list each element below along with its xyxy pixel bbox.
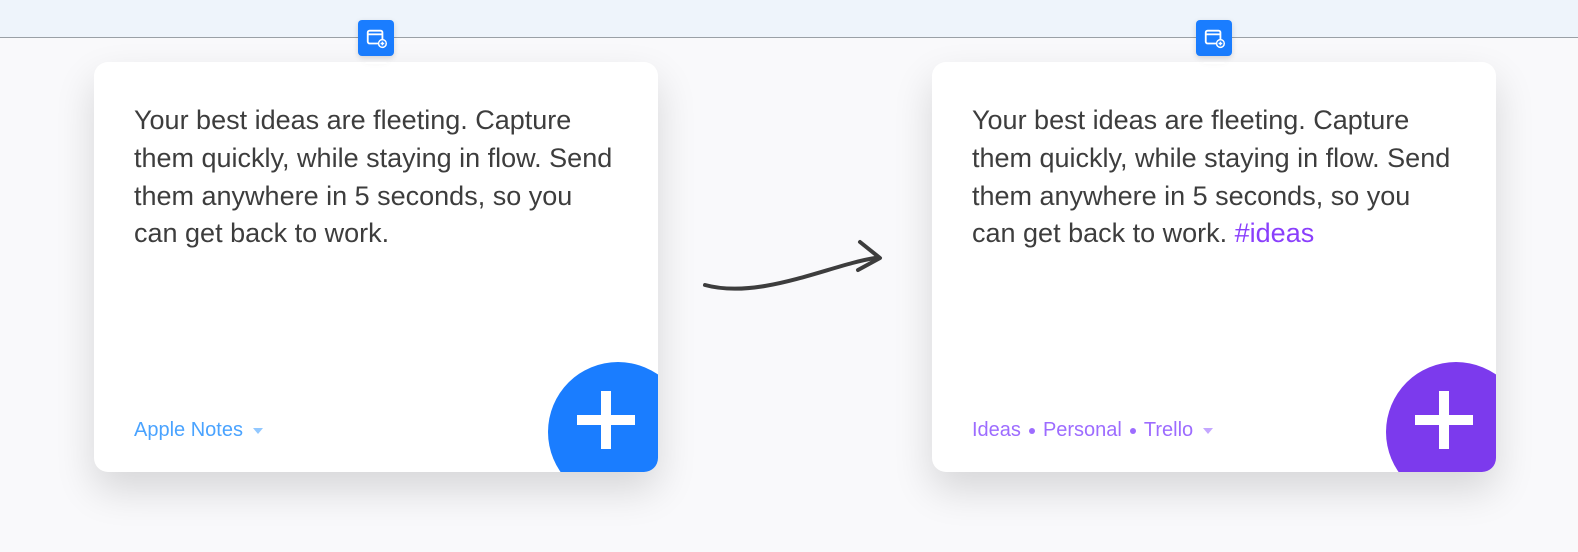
popover-pointer bbox=[1202, 62, 1226, 64]
menu-bar-app-icon-left[interactable] bbox=[358, 20, 394, 56]
popover-pointer bbox=[364, 62, 388, 64]
new-window-icon bbox=[1203, 27, 1225, 49]
note-text-area[interactable]: Your best ideas are fleeting. Capture th… bbox=[134, 102, 618, 253]
destination-picker[interactable]: Apple Notes bbox=[134, 419, 263, 442]
plus-icon bbox=[577, 391, 635, 449]
destination-picker[interactable]: Ideas Personal Trello bbox=[972, 419, 1213, 442]
note-body-text: Your best ideas are fleeting. Capture th… bbox=[134, 105, 612, 248]
add-note-button[interactable] bbox=[548, 362, 658, 472]
chevron-down-icon bbox=[253, 428, 263, 434]
add-note-button[interactable] bbox=[1386, 362, 1496, 472]
browser-menu-bar bbox=[0, 0, 1578, 38]
note-text-area[interactable]: Your best ideas are fleeting. Capture th… bbox=[972, 102, 1456, 253]
chevron-down-icon bbox=[1203, 428, 1213, 434]
destination-item: Personal bbox=[1043, 419, 1122, 442]
capture-card-left: Your best ideas are fleeting. Capture th… bbox=[94, 62, 658, 472]
separator-dot-icon bbox=[1029, 428, 1035, 434]
note-body-text: Your best ideas are fleeting. Capture th… bbox=[972, 105, 1450, 248]
plus-icon bbox=[1415, 391, 1473, 449]
destination-item: Trello bbox=[1144, 419, 1193, 442]
note-hashtag: #ideas bbox=[1235, 218, 1315, 248]
new-window-icon bbox=[365, 27, 387, 49]
arrow-right-icon bbox=[700, 230, 900, 310]
menu-bar-app-icon-right[interactable] bbox=[1196, 20, 1232, 56]
capture-card-right: Your best ideas are fleeting. Capture th… bbox=[932, 62, 1496, 472]
destination-item: Apple Notes bbox=[134, 419, 243, 442]
separator-dot-icon bbox=[1130, 428, 1136, 434]
destination-item: Ideas bbox=[972, 419, 1021, 442]
